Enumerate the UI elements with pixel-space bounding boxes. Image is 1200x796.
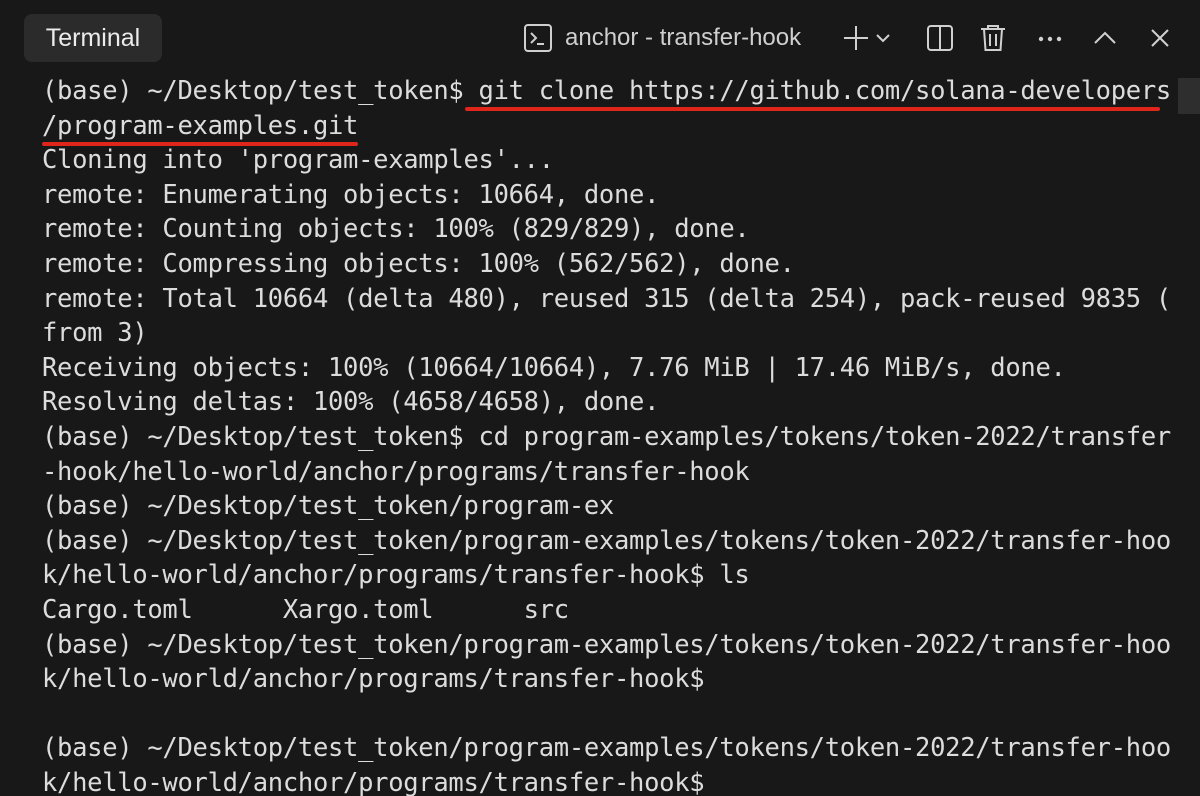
terminal-line: (base) ~/Desktop/test_token$ git clone h… (42, 76, 1171, 106)
terminal-panel: Terminal anchor - transfer-hook (base) ~… (0, 0, 1200, 796)
terminal-line: k/hello-world/anchor/programs/transfer-h… (42, 560, 750, 591)
terminal-line: /program-examples.git (42, 110, 359, 141)
close-icon[interactable] (1142, 20, 1178, 56)
chevron-up-icon[interactable] (1087, 20, 1123, 56)
terminal-output[interactable]: (base) ~/Desktop/test_token$ git clone h… (42, 74, 1172, 796)
terminal-title: anchor - transfer-hook (565, 24, 802, 51)
terminal-header: Terminal anchor - transfer-hook (0, 0, 1200, 76)
terminal-line: remote: Total 10664 (delta 480), reused … (42, 283, 1171, 314)
plus-icon[interactable] (838, 20, 874, 56)
terminal-line: remote: Compressing objects: 100% (562/5… (42, 248, 795, 279)
terminal-line: (base) ~/Desktop/test_token/program-ex (42, 491, 614, 522)
scrollbar-thumb[interactable] (1178, 78, 1200, 114)
terminal-line: (base) ~/Desktop/test_token/program-exam… (42, 525, 1171, 556)
terminal-line: Cargo.toml Xargo.toml src (42, 594, 569, 625)
terminal-line: -hook/hello-world/anchor/programs/transf… (42, 456, 750, 487)
terminal-prompt-icon (523, 23, 553, 53)
terminal-line: (base) ~/Desktop/test_token/program-exam… (42, 629, 1171, 660)
tab-terminal[interactable]: Terminal (24, 14, 162, 62)
split-panel-icon[interactable] (922, 20, 958, 56)
terminal-line: Cloning into 'program-examples'... (42, 145, 554, 176)
highlight-underline (42, 142, 358, 146)
chevron-down-icon[interactable] (872, 20, 894, 56)
terminal-line: remote: Counting objects: 100% (829/829)… (42, 214, 750, 245)
terminal-line: k/hello-world/anchor/programs/transfer-h… (42, 767, 705, 796)
terminal-line: Receiving objects: 100% (10664/10664), 7… (42, 352, 1066, 383)
terminal-line: from 3) (42, 318, 148, 349)
terminal-line: (base) ~/Desktop/test_token$ cd program-… (42, 421, 1171, 452)
trash-icon[interactable] (975, 20, 1011, 56)
terminal-line: (base) ~/Desktop/test_token/program-exam… (42, 733, 1171, 764)
highlight-underline (465, 107, 1160, 111)
terminal-line: remote: Enumerating objects: 10664, done… (42, 179, 660, 210)
terminal-line: k/hello-world/anchor/programs/transfer-h… (42, 664, 705, 695)
more-icon[interactable] (1032, 20, 1068, 56)
terminal-instance-selector[interactable]: anchor - transfer-hook (523, 20, 801, 56)
terminal-line: Resolving deltas: 100% (4658/4658), done… (42, 387, 660, 418)
